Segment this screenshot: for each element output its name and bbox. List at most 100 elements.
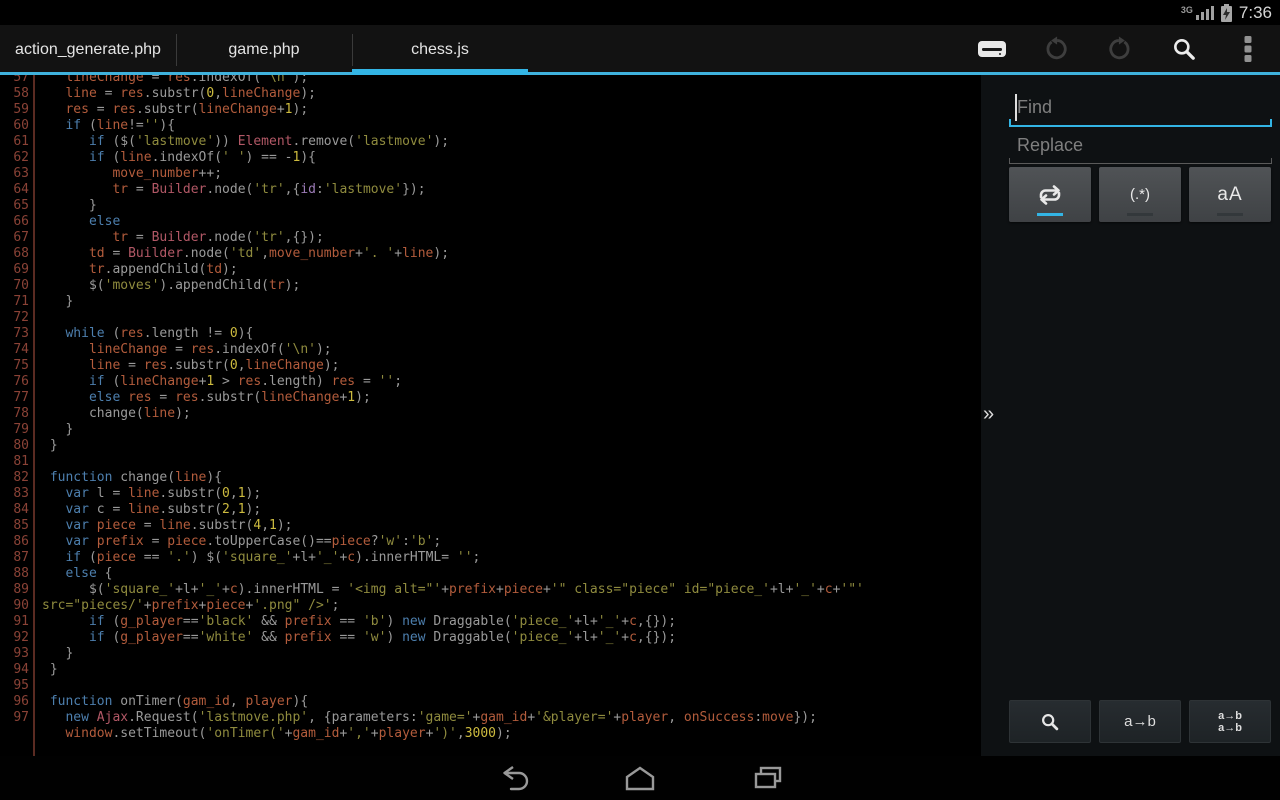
replace-all-button[interactable]: a→b a→b: [1189, 700, 1271, 743]
tab-label: game.php: [228, 41, 299, 59]
overflow-menu-icon: [1243, 35, 1253, 63]
replace-input[interactable]: Replace: [1009, 127, 1272, 165]
line-number: 74: [0, 342, 33, 358]
line-number: 96: [0, 694, 33, 710]
find-next-button[interactable]: [1009, 700, 1091, 743]
code-line: 96 function onTimer(gam_id, player){: [0, 694, 978, 710]
code-line: 60 if (line!=''){: [0, 118, 978, 134]
line-content: var piece = line.substr(4,1);: [33, 518, 978, 534]
code-line: 70 $('moves').appendChild(tr);: [0, 278, 978, 294]
line-content: else res = res.substr(lineChange+1);: [33, 390, 978, 406]
line-content: td = Builder.node('td',move_number+'. '+…: [33, 246, 978, 262]
home-icon: [623, 764, 657, 792]
line-number: 73: [0, 326, 33, 342]
toggle-indicator: [1217, 213, 1243, 216]
code-line: 97 new Ajax.Request('lastmove.php', {par…: [0, 710, 978, 726]
line-content: $('moves').appendChild(tr);: [33, 278, 978, 294]
tab-game.php[interactable]: game.php: [176, 25, 352, 75]
line-number: 66: [0, 214, 33, 230]
line-number: 79: [0, 422, 33, 438]
save-icon: [976, 39, 1008, 59]
line-content: function change(line){: [33, 470, 978, 486]
code-line: 57 lineChange = res.indexOf('\n');: [0, 75, 978, 86]
toolbar: [960, 25, 1280, 72]
save-button[interactable]: [960, 25, 1024, 72]
line-content: move_number++;: [33, 166, 978, 182]
toggle-wrap-around-button[interactable]: [1009, 167, 1091, 222]
toggle-indicator: [1127, 213, 1153, 216]
find-input[interactable]: Find: [1009, 89, 1272, 127]
tab-chess.js[interactable]: chess.js: [352, 25, 528, 75]
line-number: 78: [0, 406, 33, 422]
line-number: 88: [0, 566, 33, 582]
line-number: 92: [0, 630, 33, 646]
back-button[interactable]: [480, 756, 544, 800]
code-line: 58 line = res.substr(0,lineChange);: [0, 86, 978, 102]
recent-apps-button[interactable]: [736, 756, 800, 800]
line-number: 90: [0, 598, 33, 614]
line-content: else {: [33, 566, 978, 582]
editor-surface[interactable]: 57 lineChange = res.indexOf('\n');58 lin…: [0, 75, 978, 756]
line-content: }: [33, 422, 978, 438]
line-content: res = res.substr(lineChange+1);: [33, 102, 978, 118]
undo-button[interactable]: [1024, 25, 1088, 72]
line-content: if (piece == '.') $('square_'+l+'_'+c).i…: [33, 550, 978, 566]
status-bar: 3G 7:36: [0, 0, 1280, 25]
code-line: 64 tr = Builder.node('tr',{id:'lastmove'…: [0, 182, 978, 198]
line-number: 75: [0, 358, 33, 374]
code-line: 86 var prefix = piece.toUpperCase()==pie…: [0, 534, 978, 550]
line-number: 89: [0, 582, 33, 598]
tab-label: chess.js: [411, 41, 469, 59]
line-number: 62: [0, 150, 33, 166]
code-line: 82 function change(line){: [0, 470, 978, 486]
code-line: 74 lineChange = res.indexOf('\n');: [0, 342, 978, 358]
code-line: 73 while (res.length != 0){: [0, 326, 978, 342]
overflow-menu-button[interactable]: [1216, 25, 1280, 72]
code-line: 83 var l = line.substr(0,1);: [0, 486, 978, 502]
line-content: else: [33, 214, 978, 230]
line-content: line = res.substr(0,lineChange);: [33, 358, 978, 374]
line-content: if (line!=''){: [33, 118, 978, 134]
replace-button-label: a→b: [1124, 713, 1156, 730]
loop-icon: [1032, 183, 1068, 207]
code-line: 77 else res = res.substr(lineChange+1);: [0, 390, 978, 406]
line-content: line = res.substr(0,lineChange);: [33, 86, 978, 102]
code-line: 68 td = Builder.node('td',move_number+'.…: [0, 246, 978, 262]
line-content: var prefix = piece.toUpperCase()==piece?…: [33, 534, 978, 550]
line-number: 81: [0, 454, 33, 470]
find-placeholder: Find: [1017, 97, 1052, 118]
line-number: 83: [0, 486, 33, 502]
line-content: if ($('lastmove')) Element.remove('lastm…: [33, 134, 978, 150]
tab-action_generate.php[interactable]: action_generate.php: [0, 25, 176, 75]
line-number: 60: [0, 118, 33, 134]
code-line: 91 if (g_player=='black' && prefix == 'b…: [0, 614, 978, 630]
redo-button[interactable]: [1088, 25, 1152, 72]
home-button[interactable]: [608, 756, 672, 800]
line-content: lineChange = res.indexOf('\n');: [33, 342, 978, 358]
toggle-regex-button[interactable]: (.*): [1099, 167, 1181, 222]
replace-all-label-line2: a→b: [1218, 722, 1242, 734]
line-number: 85: [0, 518, 33, 534]
search-button[interactable]: [1152, 25, 1216, 72]
toggle-match-case-button[interactable]: aA: [1189, 167, 1271, 222]
line-content: [33, 742, 978, 756]
navigation-bar: [0, 756, 1280, 800]
line-content: [33, 678, 978, 694]
line-content: if (lineChange+1 > res.length) res = '';: [33, 374, 978, 390]
status-clock: 7:36: [1239, 3, 1272, 23]
line-number: 94: [0, 662, 33, 678]
replace-button[interactable]: a→b: [1099, 700, 1181, 743]
collapse-panel-chevron-icon[interactable]: »: [983, 404, 994, 424]
line-content: [33, 310, 978, 326]
line-content: lineChange = res.indexOf('\n');: [33, 75, 978, 86]
code-line: 61 if ($('lastmove')) Element.remove('la…: [0, 134, 978, 150]
code-lines: 57 lineChange = res.indexOf('\n');58 lin…: [0, 75, 978, 756]
line-number: 68: [0, 246, 33, 262]
code-line: 79 }: [0, 422, 978, 438]
back-icon: [494, 763, 530, 793]
line-number: 69: [0, 262, 33, 278]
line-content: $('square_'+l+'_'+c).innerHTML = '<img a…: [33, 582, 978, 598]
code-line: 90src="pieces/'+prefix+piece+'.png" />';: [0, 598, 978, 614]
line-number: [0, 726, 33, 742]
line-content: tr.appendChild(td);: [33, 262, 978, 278]
